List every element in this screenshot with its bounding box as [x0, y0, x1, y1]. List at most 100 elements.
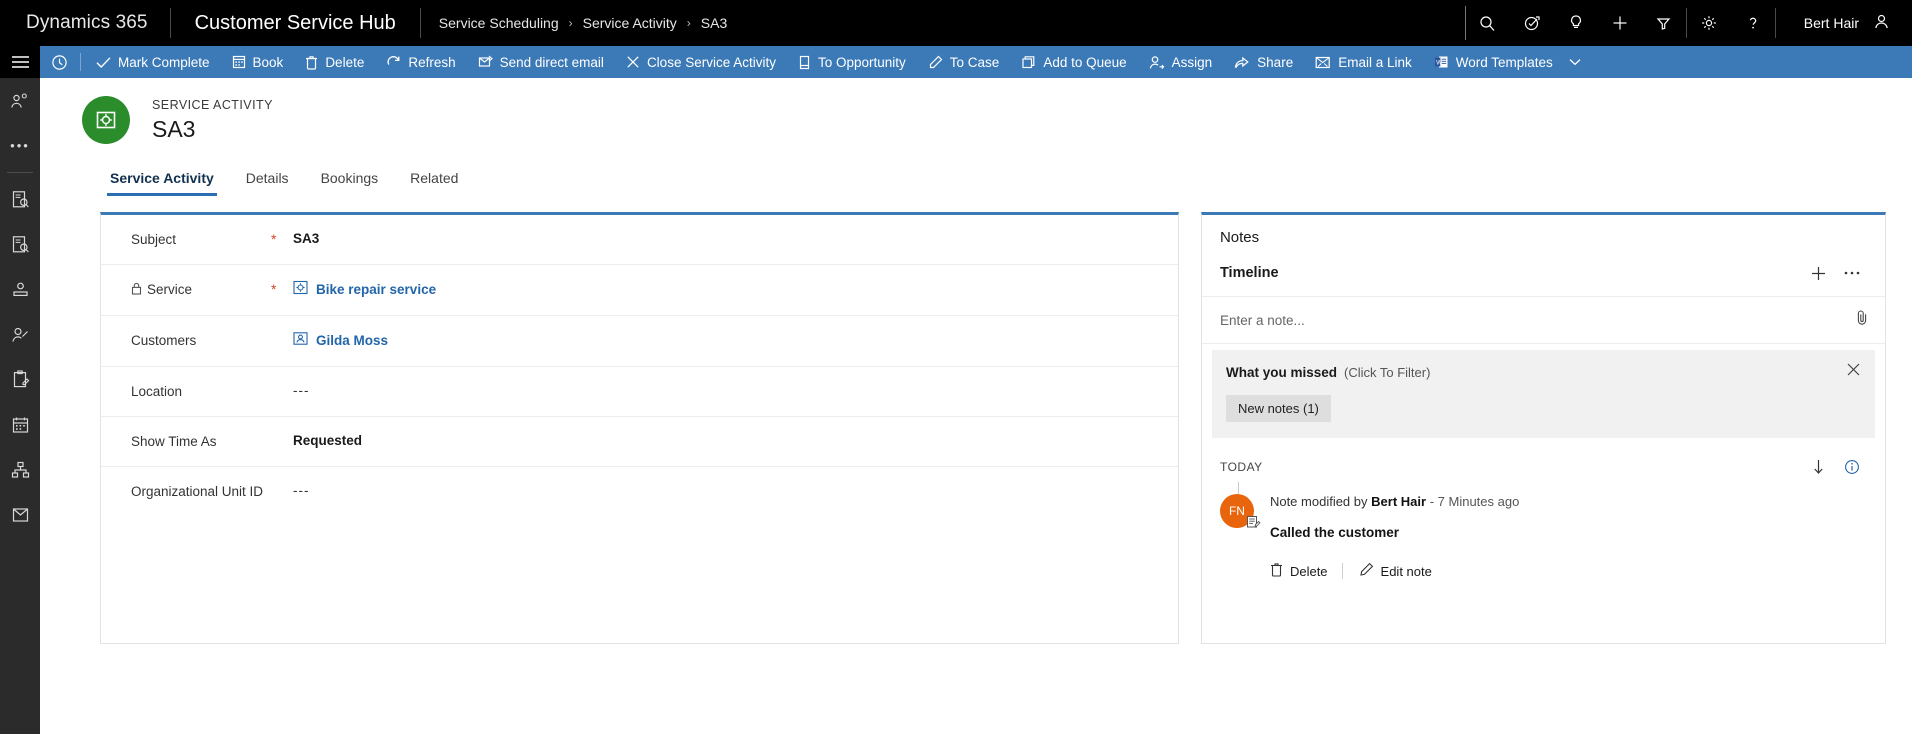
edit-note-button[interactable]: Edit note [1357, 562, 1446, 580]
calendar-icon[interactable] [0, 402, 40, 447]
add-icon[interactable] [1801, 260, 1835, 286]
timeline-entry-body: Note modified by Bert Hair - 7 Minutes a… [1270, 492, 1519, 580]
site-map-icon[interactable] [0, 46, 40, 78]
avatar [1873, 13, 1890, 33]
notes-panel: Notes Timeline Enter a note... What you … [1200, 212, 1886, 644]
paperclip-icon[interactable] [1855, 309, 1869, 331]
today-label: TODAY [1219, 460, 1263, 474]
field-value-customers[interactable]: Gilda Moss [293, 331, 388, 351]
activity-icon[interactable] [0, 357, 40, 402]
account-icon[interactable] [0, 267, 40, 312]
pencil-icon [1359, 562, 1374, 580]
timeline-header: Timeline [1201, 256, 1885, 297]
contact-record-icon [293, 331, 308, 351]
field-value-subject[interactable]: SA3 [293, 230, 319, 248]
to-opportunity-button[interactable]: To Opportunity [787, 46, 917, 78]
filter-icon[interactable] [1642, 0, 1686, 46]
assign-button[interactable]: Assign [1138, 46, 1224, 78]
share-button[interactable]: Share [1223, 46, 1304, 78]
customer-link[interactable]: Gilda Moss [316, 332, 388, 350]
required-marker [271, 382, 293, 383]
divider [80, 53, 81, 71]
note-input-placeholder: Enter a note... [1219, 312, 1305, 328]
hierarchy-icon[interactable] [0, 447, 40, 492]
note-icon [1246, 514, 1261, 532]
timeline-entry-text: Called the customer [1269, 525, 1399, 540]
what-you-missed-banner: What you missed (Click To Filter) New no… [1211, 350, 1875, 438]
top-navigation-bar: Dynamics 365 Customer Service Hub Servic… [0, 0, 1912, 46]
recent-contacts-icon[interactable] [0, 78, 40, 123]
form-content: Subject * SA3 Service * Bike repair serv… [40, 196, 1912, 644]
breadcrumb-item-0[interactable]: Service Scheduling [439, 15, 559, 31]
close-icon[interactable] [1846, 362, 1861, 382]
word-templates-button[interactable]: W Word Templates [1423, 46, 1592, 78]
top-nav-icon-group [1466, 0, 1686, 46]
refresh-button[interactable]: Refresh [375, 46, 466, 78]
book-button[interactable]: Book [221, 46, 295, 78]
case-icon[interactable] [0, 177, 40, 222]
required-marker [271, 331, 293, 332]
tab-bookings[interactable]: Bookings [307, 164, 393, 196]
page-title: SA3 [152, 115, 196, 142]
mark-complete-button[interactable]: Mark Complete [85, 46, 221, 78]
assistant-icon[interactable] [1510, 0, 1554, 46]
breadcrumb-item-2[interactable]: SA3 [701, 15, 727, 31]
delete-note-button[interactable]: Delete [1268, 562, 1342, 580]
field-label-location: Location [131, 384, 183, 399]
delete-button[interactable]: Delete [294, 46, 375, 78]
more-dots: ••• [10, 138, 30, 153]
service-activity-icon [82, 96, 130, 144]
info-icon[interactable] [1835, 454, 1869, 480]
brand-label[interactable]: Dynamics 365 [0, 0, 170, 46]
service-link[interactable]: Bike repair service [316, 281, 436, 299]
email-link-icon [1315, 56, 1331, 69]
help-icon[interactable] [1731, 0, 1775, 46]
required-marker [271, 482, 293, 483]
breadcrumb: Service Scheduling › Service Activity › … [421, 0, 745, 46]
timeline-entry: FN Note modified by Bert Hair - 7 Minute… [1202, 482, 1885, 580]
tab-details[interactable]: Details [232, 164, 303, 196]
gear-icon[interactable] [1687, 0, 1731, 46]
chevron-down-icon[interactable] [1569, 58, 1581, 66]
to-case-button[interactable]: To Case [917, 46, 1011, 78]
service-label-text: Service [147, 282, 193, 297]
book-icon [232, 55, 246, 69]
mark-complete-label: Mark Complete [118, 54, 210, 70]
clock-icon[interactable] [42, 46, 76, 78]
case-convert-icon [928, 55, 943, 70]
record-type-label: SERVICE ACTIVITY [152, 97, 273, 112]
close-service-activity-button[interactable]: Close Service Activity [615, 46, 787, 78]
timeline-today-row: TODAY [1202, 438, 1885, 482]
document-search-icon[interactable] [0, 222, 40, 267]
send-direct-email-button[interactable]: Send direct email [467, 46, 615, 78]
svg-text:W: W [1436, 59, 1443, 66]
tab-related[interactable]: Related [396, 164, 472, 196]
lightbulb-icon[interactable] [1554, 0, 1598, 46]
search-icon[interactable] [1466, 0, 1510, 46]
more-icon[interactable]: ••• [0, 123, 40, 168]
add-to-queue-button[interactable]: Add to Queue [1010, 46, 1137, 78]
note-input-row[interactable]: Enter a note... [1201, 297, 1885, 344]
to-opportunity-label: To Opportunity [817, 54, 906, 70]
new-notes-filter-chip[interactable]: New notes (1) [1225, 395, 1331, 422]
more-icon[interactable] [1835, 260, 1869, 286]
service-record-icon [293, 280, 308, 300]
timeline-entry-actions: Delete Edit note [1268, 562, 1519, 580]
word-templates-label: Word Templates [1455, 54, 1553, 70]
field-value-organizational-unit-id[interactable]: --- [293, 482, 310, 500]
tab-service-activity[interactable]: Service Activity [96, 164, 228, 196]
contact-icon[interactable] [0, 312, 40, 357]
entry-prefix: Note modified by [1269, 494, 1368, 509]
breadcrumb-item-1[interactable]: Service Activity [583, 15, 677, 31]
sort-down-icon[interactable] [1801, 454, 1835, 480]
field-value-service[interactable]: Bike repair service [293, 280, 436, 300]
email-a-link-button[interactable]: Email a Link [1304, 46, 1423, 78]
add-icon[interactable] [1598, 0, 1642, 46]
app-title[interactable]: Customer Service Hub [171, 0, 420, 46]
subject-text: SA3 [293, 231, 320, 246]
queue-icon[interactable] [0, 492, 40, 537]
user-menu[interactable]: Bert Hair [1776, 0, 1912, 46]
trash-icon [305, 55, 318, 70]
field-value-location[interactable]: --- [293, 382, 310, 400]
field-value-show-time-as[interactable]: Requested [293, 432, 362, 450]
